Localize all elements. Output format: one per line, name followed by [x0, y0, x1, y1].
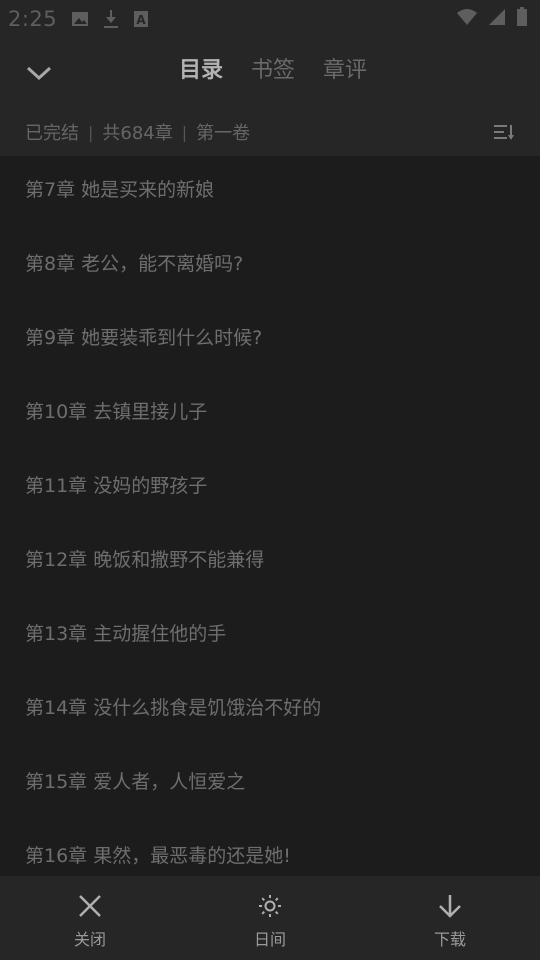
chapter-item[interactable]: 第11章 没妈的野孩子 — [0, 452, 540, 526]
tab-bar: 目录 书签 章评 — [0, 52, 540, 92]
separator: | — [181, 122, 188, 142]
completion-status: 已完结 — [25, 123, 79, 144]
download-icon — [437, 890, 463, 922]
book-info-row: 已完结 | 共684章 | 第一卷 — [25, 116, 522, 148]
volume-label[interactable]: 第一卷 — [196, 119, 250, 145]
close-button[interactable]: 关闭 — [50, 890, 130, 952]
signal-icon — [488, 8, 506, 30]
status-time: 2:25 — [8, 7, 58, 31]
sort-icon[interactable] — [494, 120, 522, 144]
download-icon — [103, 9, 119, 29]
chapter-item[interactable]: 第8章 老公，能不离婚吗? — [0, 230, 540, 304]
chapter-item[interactable]: 第15章 爱人者，人恒爱之 — [0, 748, 540, 822]
tab-catalog[interactable]: 目录 — [179, 52, 223, 92]
day-mode-button[interactable]: 日间 — [230, 890, 310, 952]
image-icon — [71, 10, 89, 28]
tab-bookmarks[interactable]: 书签 — [251, 52, 295, 92]
chapter-item[interactable]: 第12章 晚饭和撒野不能兼得 — [0, 526, 540, 600]
download-button[interactable]: 下载 — [410, 890, 490, 952]
sun-icon — [258, 890, 282, 922]
download-label: 下载 — [433, 930, 466, 949]
close-icon — [78, 890, 102, 922]
day-mode-label: 日间 — [253, 930, 286, 949]
wifi-icon — [456, 8, 478, 30]
chapter-item[interactable]: 第7章 她是买来的新娘 — [0, 156, 540, 230]
chapter-item[interactable]: 第16章 果然，最恶毒的还是她! — [0, 822, 540, 876]
chapter-count: 共684章 — [102, 123, 173, 144]
status-bar: 2:25 A — [0, 0, 540, 38]
a-icon: A — [133, 10, 149, 28]
battery-icon — [516, 7, 528, 31]
svg-text:A: A — [137, 13, 147, 27]
app-screen: 2:25 A 目录 书签 章评 已完结 | 共684章 | 第一卷 第7章 她是… — [0, 0, 540, 960]
header: 目录 书签 章评 已完结 | 共684章 | 第一卷 — [0, 38, 540, 156]
tab-comments[interactable]: 章评 — [323, 52, 367, 92]
chapter-item[interactable]: 第14章 没什么挑食是饥饿治不好的 — [0, 674, 540, 748]
chapter-item[interactable]: 第9章 她要装乖到什么时候? — [0, 304, 540, 378]
bottom-toolbar: 关闭 日间 下载 — [0, 876, 540, 960]
chapter-item[interactable]: 第10章 去镇里接儿子 — [0, 378, 540, 452]
separator: | — [88, 122, 94, 142]
chapter-item[interactable]: 第13章 主动握住他的手 — [0, 600, 540, 674]
close-label: 关闭 — [73, 930, 106, 949]
chapter-list: 第7章 她是买来的新娘 第8章 老公，能不离婚吗? 第9章 她要装乖到什么时候?… — [0, 156, 540, 876]
